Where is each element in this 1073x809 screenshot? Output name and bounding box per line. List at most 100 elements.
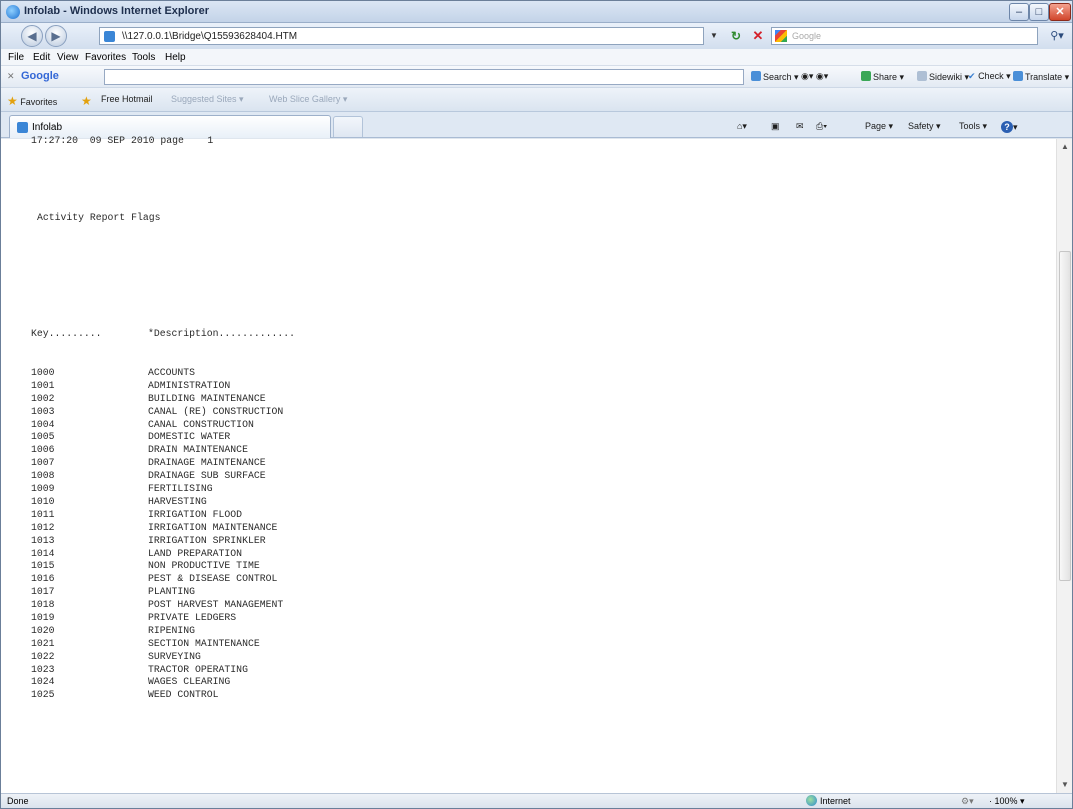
status-bar: Done Internet ⚙▾ · 100% ▾: [1, 793, 1072, 808]
row-key: 1021: [31, 637, 55, 649]
report-row: 1000 ACCOUNTS: [31, 367, 295, 380]
menu-favorites[interactable]: Favorites: [85, 52, 126, 63]
scroll-up-icon[interactable]: ▲: [1059, 141, 1071, 153]
new-tab-button[interactable]: [333, 116, 363, 137]
favorites-button[interactable]: ★ Favorites: [7, 94, 57, 108]
row-description: BUILDING MAINTENANCE: [148, 392, 266, 404]
close-toolbar-icon[interactable]: ✕: [7, 71, 15, 82]
fav-suggested-sites[interactable]: Suggested Sites ▾: [171, 94, 244, 105]
close-button[interactable]: ✕: [1049, 3, 1071, 21]
report-row: 1003 CANAL (RE) CONSTRUCTION: [31, 406, 295, 419]
title-bar: Infolab - Windows Internet Explorer – □ …: [1, 1, 1072, 23]
report-row: 1005 DOMESTIC WATER: [31, 431, 295, 444]
row-description: FERTILISING: [148, 483, 213, 495]
row-description: DRAIN MAINTENANCE: [148, 444, 248, 456]
protected-mode-icon[interactable]: ⚙▾: [961, 796, 974, 807]
address-url[interactable]: \\127.0.0.1\Bridge\Q15593628404.HTM: [122, 31, 297, 42]
feeds-icon[interactable]: ▣: [771, 121, 780, 132]
google-search-button[interactable]: Search ▾: [751, 71, 799, 83]
row-description: IRRIGATION MAINTENANCE: [148, 521, 278, 533]
google-toolbar-logo: Google: [21, 70, 59, 82]
row-key: 1007: [31, 457, 55, 469]
safety-menu[interactable]: Safety ▾: [908, 121, 941, 132]
print-icon[interactable]: ⎙▾: [816, 121, 827, 132]
row-description: IRRIGATION SPRINKLER: [148, 534, 266, 546]
report-column-headers: Key......... *Description.............: [31, 328, 295, 341]
row-description: POST HARVEST MANAGEMENT: [148, 599, 284, 611]
google-toolbar-search-input[interactable]: [104, 69, 744, 85]
tools-menu[interactable]: Tools ▾: [959, 121, 987, 132]
row-key: 1001: [31, 379, 55, 391]
google-search-provider-icon: [775, 30, 787, 42]
row-description: ADMINISTRATION: [148, 379, 231, 391]
row-key: 1010: [31, 495, 55, 507]
window-title: Infolab - Windows Internet Explorer: [24, 5, 210, 17]
row-description: RIPENING: [148, 624, 196, 636]
sidewiki-button[interactable]: Sidewiki ▾: [917, 71, 969, 83]
row-description: DRAINAGE MAINTENANCE: [148, 457, 266, 469]
menu-edit[interactable]: Edit: [33, 52, 50, 63]
column-header-description: *Description.............: [148, 328, 295, 340]
row-key: 1012: [31, 521, 55, 533]
row-description: TRACTOR OPERATING: [148, 663, 248, 675]
address-dropdown-icon[interactable]: ▼: [707, 28, 721, 44]
search-icon: [751, 71, 761, 81]
check-icon: ✔: [968, 71, 976, 81]
scroll-down-icon[interactable]: ▼: [1059, 779, 1071, 791]
page-icon: [17, 122, 28, 133]
row-description: NON PRODUCTIVE TIME: [148, 560, 260, 572]
add-to-favorites-icon[interactable]: ★: [81, 94, 92, 108]
refresh-icon[interactable]: ↻: [727, 27, 745, 45]
star-icon: ★: [7, 94, 18, 108]
share-button[interactable]: Share ▾: [861, 71, 904, 83]
row-key: 1002: [31, 392, 55, 404]
toolbar-extra-icons[interactable]: ◉▾ ◉▾: [801, 71, 828, 82]
menu-help[interactable]: Help: [165, 52, 186, 63]
back-button[interactable]: ◀: [21, 25, 43, 47]
report-row: 1018 POST HARVEST MANAGEMENT: [31, 599, 295, 612]
row-description: LAND PREPARATION: [148, 547, 243, 559]
translate-icon: [1013, 71, 1023, 81]
row-key: 1016: [31, 573, 55, 585]
zoom-level[interactable]: · 100% ▾: [989, 796, 1025, 807]
fav-web-slice-gallery[interactable]: Web Slice Gallery ▾: [269, 94, 347, 105]
status-text: Done: [7, 796, 29, 806]
minimize-button[interactable]: –: [1009, 3, 1029, 21]
row-description: CANAL CONSTRUCTION: [148, 418, 254, 430]
row-key: 1025: [31, 689, 55, 701]
report-row: 1017 PLANTING: [31, 586, 295, 599]
help-icon: ?: [1001, 121, 1013, 133]
address-bar[interactable]: \\127.0.0.1\Bridge\Q15593628404.HTM: [99, 27, 704, 45]
help-button[interactable]: ? ▾: [1001, 121, 1018, 133]
menu-file[interactable]: File: [8, 52, 24, 63]
column-header-key: Key.........: [31, 328, 102, 340]
report: 17:27:20 09 SEP 2010 page 1 Activity Rep…: [31, 109, 295, 728]
security-zone: Internet: [806, 795, 851, 806]
sidewiki-icon: [917, 71, 927, 81]
search-input[interactable]: Google: [771, 27, 1038, 45]
stop-icon[interactable]: ✕: [749, 27, 767, 45]
vertical-scrollbar[interactable]: ▲ ▼: [1056, 139, 1072, 793]
read-mail-icon[interactable]: ✉: [796, 121, 804, 132]
address-row: ◀ ▶ \\127.0.0.1\Bridge\Q15593628404.HTM …: [1, 23, 1072, 49]
home-icon[interactable]: ⌂▾: [737, 121, 747, 132]
fav-free-hotmail[interactable]: Free Hotmail: [101, 94, 153, 104]
search-go-icon[interactable]: ⚲▾: [1045, 27, 1069, 45]
translate-button[interactable]: Translate ▾: [1013, 71, 1069, 83]
row-key: 1014: [31, 547, 55, 559]
maximize-button[interactable]: □: [1029, 3, 1049, 21]
menu-tools[interactable]: Tools: [132, 52, 155, 63]
menu-view[interactable]: View: [57, 52, 79, 63]
forward-button[interactable]: ▶: [45, 25, 67, 47]
row-key: 1003: [31, 405, 55, 417]
report-row: 1008 DRAINAGE SUB SURFACE: [31, 470, 295, 483]
menu-bar: File Edit View Favorites Tools Help: [1, 49, 1072, 66]
report-row: 1014 LAND PREPARATION: [31, 548, 295, 561]
page-menu[interactable]: Page ▾: [865, 121, 893, 132]
row-key: 1004: [31, 418, 55, 430]
scrollbar-thumb[interactable]: [1059, 251, 1071, 581]
report-rows: 1000 ACCOUNTS 1001 ADMINISTRATION 1002 BUILDI…: [31, 367, 295, 702]
check-button[interactable]: ✔ Check ▾: [968, 71, 1011, 82]
row-description: DOMESTIC WATER: [148, 431, 231, 443]
report-row: 1006 DRAIN MAINTENANCE: [31, 444, 295, 457]
